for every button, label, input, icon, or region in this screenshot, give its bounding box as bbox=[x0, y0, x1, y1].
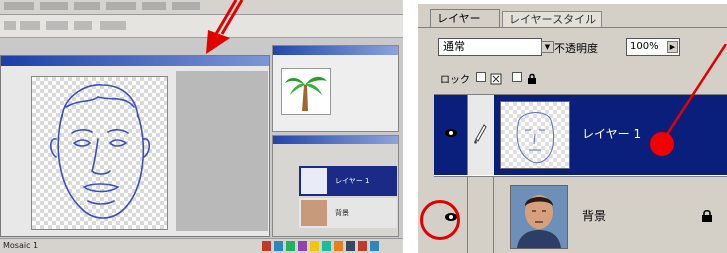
lock-position-checkbox[interactable] bbox=[512, 72, 522, 82]
mini-layer-row-background[interactable]: 背景 bbox=[299, 198, 397, 228]
red-dot-annotation bbox=[650, 132, 674, 156]
mini-layer-row-selected[interactable]: レイヤー 1 bbox=[299, 166, 397, 196]
mini-layer-thumbnail bbox=[301, 168, 327, 194]
mini-layers-palette[interactable]: レイヤー 1 背景 bbox=[272, 135, 399, 237]
mini-background-thumbnail bbox=[301, 200, 327, 226]
tab-layers[interactable]: レイヤー bbox=[430, 9, 500, 27]
layer1-visibility-toggle[interactable] bbox=[434, 95, 468, 175]
tab-layer-style[interactable]: レイヤースタイル bbox=[502, 11, 602, 27]
layer1-brush-indicator bbox=[468, 95, 494, 175]
mini-background-name: 背景 bbox=[335, 209, 349, 217]
blend-mode-value: 通常 bbox=[443, 40, 465, 53]
palm-tree-preview bbox=[281, 68, 331, 115]
face-sketch-thumbnail bbox=[516, 112, 555, 164]
lock-label: ロック bbox=[440, 75, 470, 86]
opacity-label: 不透明度 bbox=[554, 42, 598, 55]
lock-transparency-checkbox[interactable] bbox=[476, 72, 486, 82]
document-window[interactable] bbox=[0, 55, 270, 237]
background-brush-cell bbox=[468, 177, 494, 253]
taskbar-icons[interactable] bbox=[262, 241, 398, 252]
mini-layer-name: レイヤー 1 bbox=[335, 177, 370, 185]
face-line-drawing bbox=[49, 84, 151, 219]
lock-icon bbox=[526, 70, 538, 84]
layers-palette: レイヤー レイヤースタイル 通常 ▼ 不透明度 100% ▶ ロック レイヤー … bbox=[418, 4, 727, 253]
mini-layers-title-bar[interactable] bbox=[273, 136, 398, 144]
background-lock-icon bbox=[701, 209, 713, 226]
photoshop-workspace-screenshot: レイヤー 1 背景 Mosaic 1 bbox=[0, 0, 403, 253]
layer1-name: レイヤー 1 bbox=[582, 127, 642, 141]
red-arrow-annotation bbox=[206, 0, 244, 54]
red-circle-annotation bbox=[420, 200, 460, 240]
face-sketch-canvas[interactable] bbox=[31, 76, 168, 230]
chevron-down-icon[interactable]: ▼ bbox=[541, 41, 554, 53]
lock-image-icon bbox=[490, 70, 502, 85]
status-zoom-text: Mosaic 1 bbox=[3, 241, 39, 250]
layer-row-background[interactable]: 背景 bbox=[434, 176, 727, 253]
status-bar: Mosaic 1 bbox=[0, 238, 403, 253]
navigator-title-bar[interactable] bbox=[273, 46, 398, 55]
background-layer-name: 背景 bbox=[582, 209, 607, 223]
tab-divider bbox=[418, 27, 727, 28]
blend-mode-select[interactable]: 通常 ▼ bbox=[438, 38, 554, 56]
palm-tree-icon bbox=[285, 76, 327, 111]
paintbrush-icon bbox=[468, 95, 494, 175]
layer1-thumbnail bbox=[500, 101, 570, 169]
eye-icon bbox=[445, 129, 457, 137]
canvas-pasteboard bbox=[176, 71, 268, 231]
portrait-photo bbox=[511, 186, 567, 248]
background-thumbnail bbox=[510, 185, 568, 249]
navigator-palette[interactable] bbox=[272, 45, 399, 132]
